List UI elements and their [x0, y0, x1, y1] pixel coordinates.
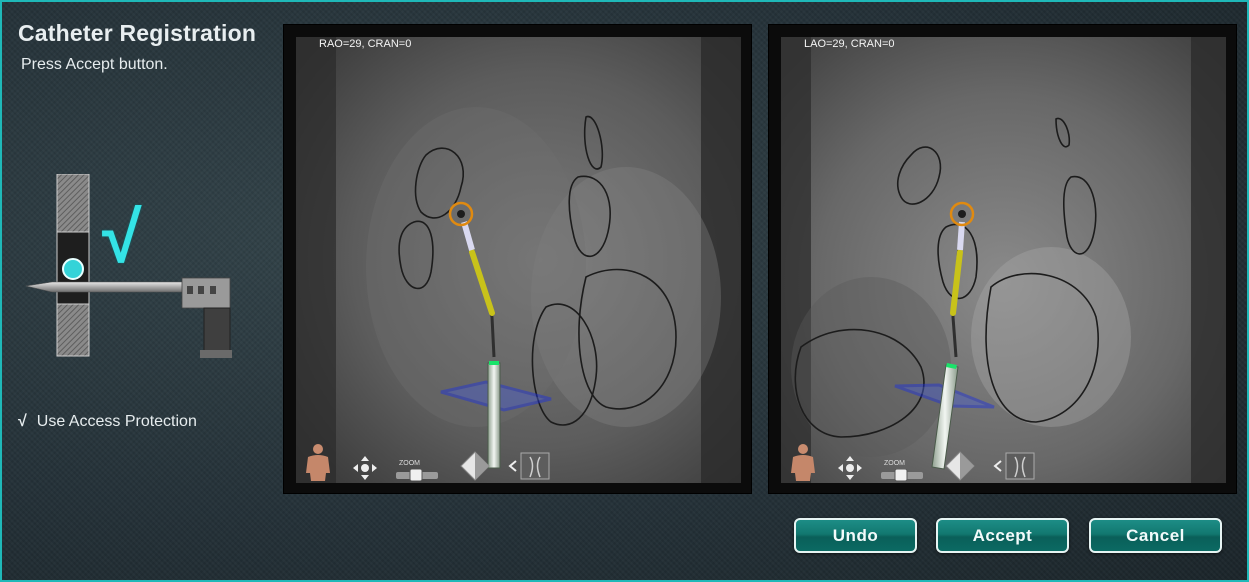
cancel-button[interactable]: Cancel: [1089, 518, 1222, 553]
fluoro-view-rao[interactable]: RAO=29, CRAN=0 ZOOM: [283, 24, 752, 494]
undo-button[interactable]: Undo: [794, 518, 917, 553]
reference-image-icon[interactable]: [993, 451, 1037, 481]
zoom-label: ZOOM: [399, 460, 420, 467]
access-protection-label: Use Access Protection: [36, 413, 197, 430]
app-window: Catheter Registration Press Accept butto…: [0, 0, 1249, 582]
contrast-icon[interactable]: [460, 451, 490, 481]
zoom-label: ZOOM: [884, 460, 905, 467]
reference-image-icon[interactable]: [508, 451, 552, 481]
use-access-protection-toggle[interactable]: √ Use Access Protection: [18, 413, 197, 431]
patient-orientation-icon[interactable]: [789, 443, 817, 481]
instruction-text: Press Accept button.: [21, 56, 168, 73]
fluoro-view-lao[interactable]: LAO=29, CRAN=0 ZOOM: [768, 24, 1237, 494]
view-toolbar: ZOOM: [789, 441, 1049, 481]
contrast-icon[interactable]: [945, 451, 975, 481]
fluoroscopy-image[interactable]: [781, 37, 1226, 483]
view-toolbar: ZOOM: [304, 441, 564, 481]
zoom-slider[interactable]: [881, 469, 923, 481]
view-angle-label: LAO=29, CRAN=0: [804, 38, 895, 50]
accept-button[interactable]: Accept: [936, 518, 1069, 553]
registration-complete-check-icon: √: [102, 198, 142, 278]
page-title: Catheter Registration: [18, 20, 257, 46]
fluoroscopy-image[interactable]: [296, 37, 741, 483]
patient-orientation-icon[interactable]: [304, 443, 332, 481]
access-protection-check-icon: √: [18, 413, 27, 430]
zoom-slider[interactable]: [396, 469, 438, 481]
view-angle-label: RAO=29, CRAN=0: [319, 38, 412, 50]
pan-icon[interactable]: [837, 455, 863, 481]
pan-icon[interactable]: [352, 455, 378, 481]
